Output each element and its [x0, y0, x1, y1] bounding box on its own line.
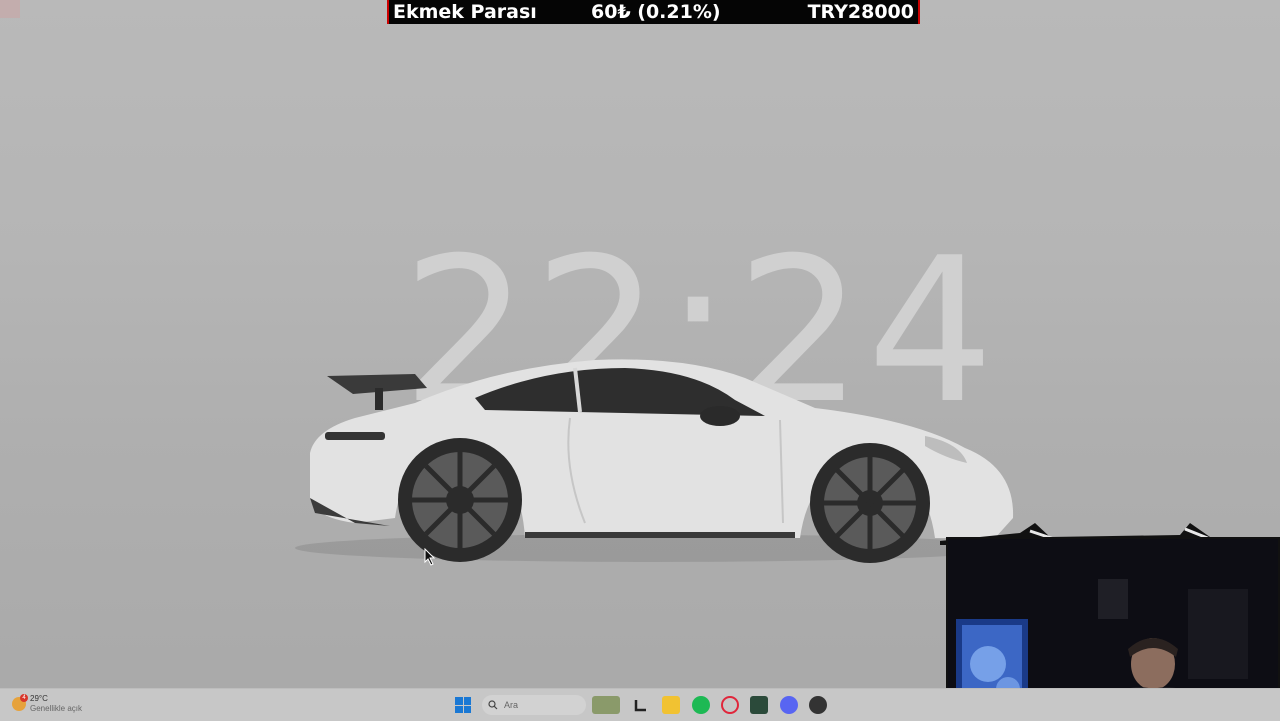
ticker-total: TRY28000: [807, 1, 914, 23]
taskbar: 4 29°C Genellikle açık Ara: [0, 688, 1280, 721]
discord-icon[interactable]: [780, 696, 798, 714]
mouse-cursor-icon: [424, 548, 436, 566]
misc-app-icon[interactable]: [809, 696, 827, 714]
league-of-legends-icon[interactable]: [750, 696, 768, 714]
weather-widget[interactable]: 4 29°C Genellikle açık: [12, 694, 82, 714]
windows-start-icon[interactable]: [455, 697, 471, 713]
taskbar-search[interactable]: Ara: [482, 695, 586, 715]
opera-icon[interactable]: [721, 696, 739, 714]
sun-icon: 4: [12, 694, 28, 711]
weather-badge: 4: [20, 694, 28, 702]
car-wallpaper-image: [295, 359, 1015, 563]
weather-temp: 29°C: [30, 694, 48, 703]
search-placeholder: Ara: [504, 700, 519, 710]
spotify-icon[interactable]: [692, 696, 710, 714]
ticker-change: 60₺ (0.21%): [591, 1, 721, 23]
search-icon: [488, 700, 498, 710]
terminal-icon[interactable]: [632, 696, 650, 714]
donation-ticker: Ekmek Parası 60₺ (0.21%) TRY28000: [387, 0, 920, 24]
file-explorer-alt-icon[interactable]: [592, 696, 620, 714]
folder-icon[interactable]: [662, 696, 680, 714]
ticker-name: Ekmek Parası: [393, 1, 537, 23]
corner-app-icon[interactable]: [0, 0, 20, 18]
weather-desc: Genellikle açık: [30, 704, 83, 713]
